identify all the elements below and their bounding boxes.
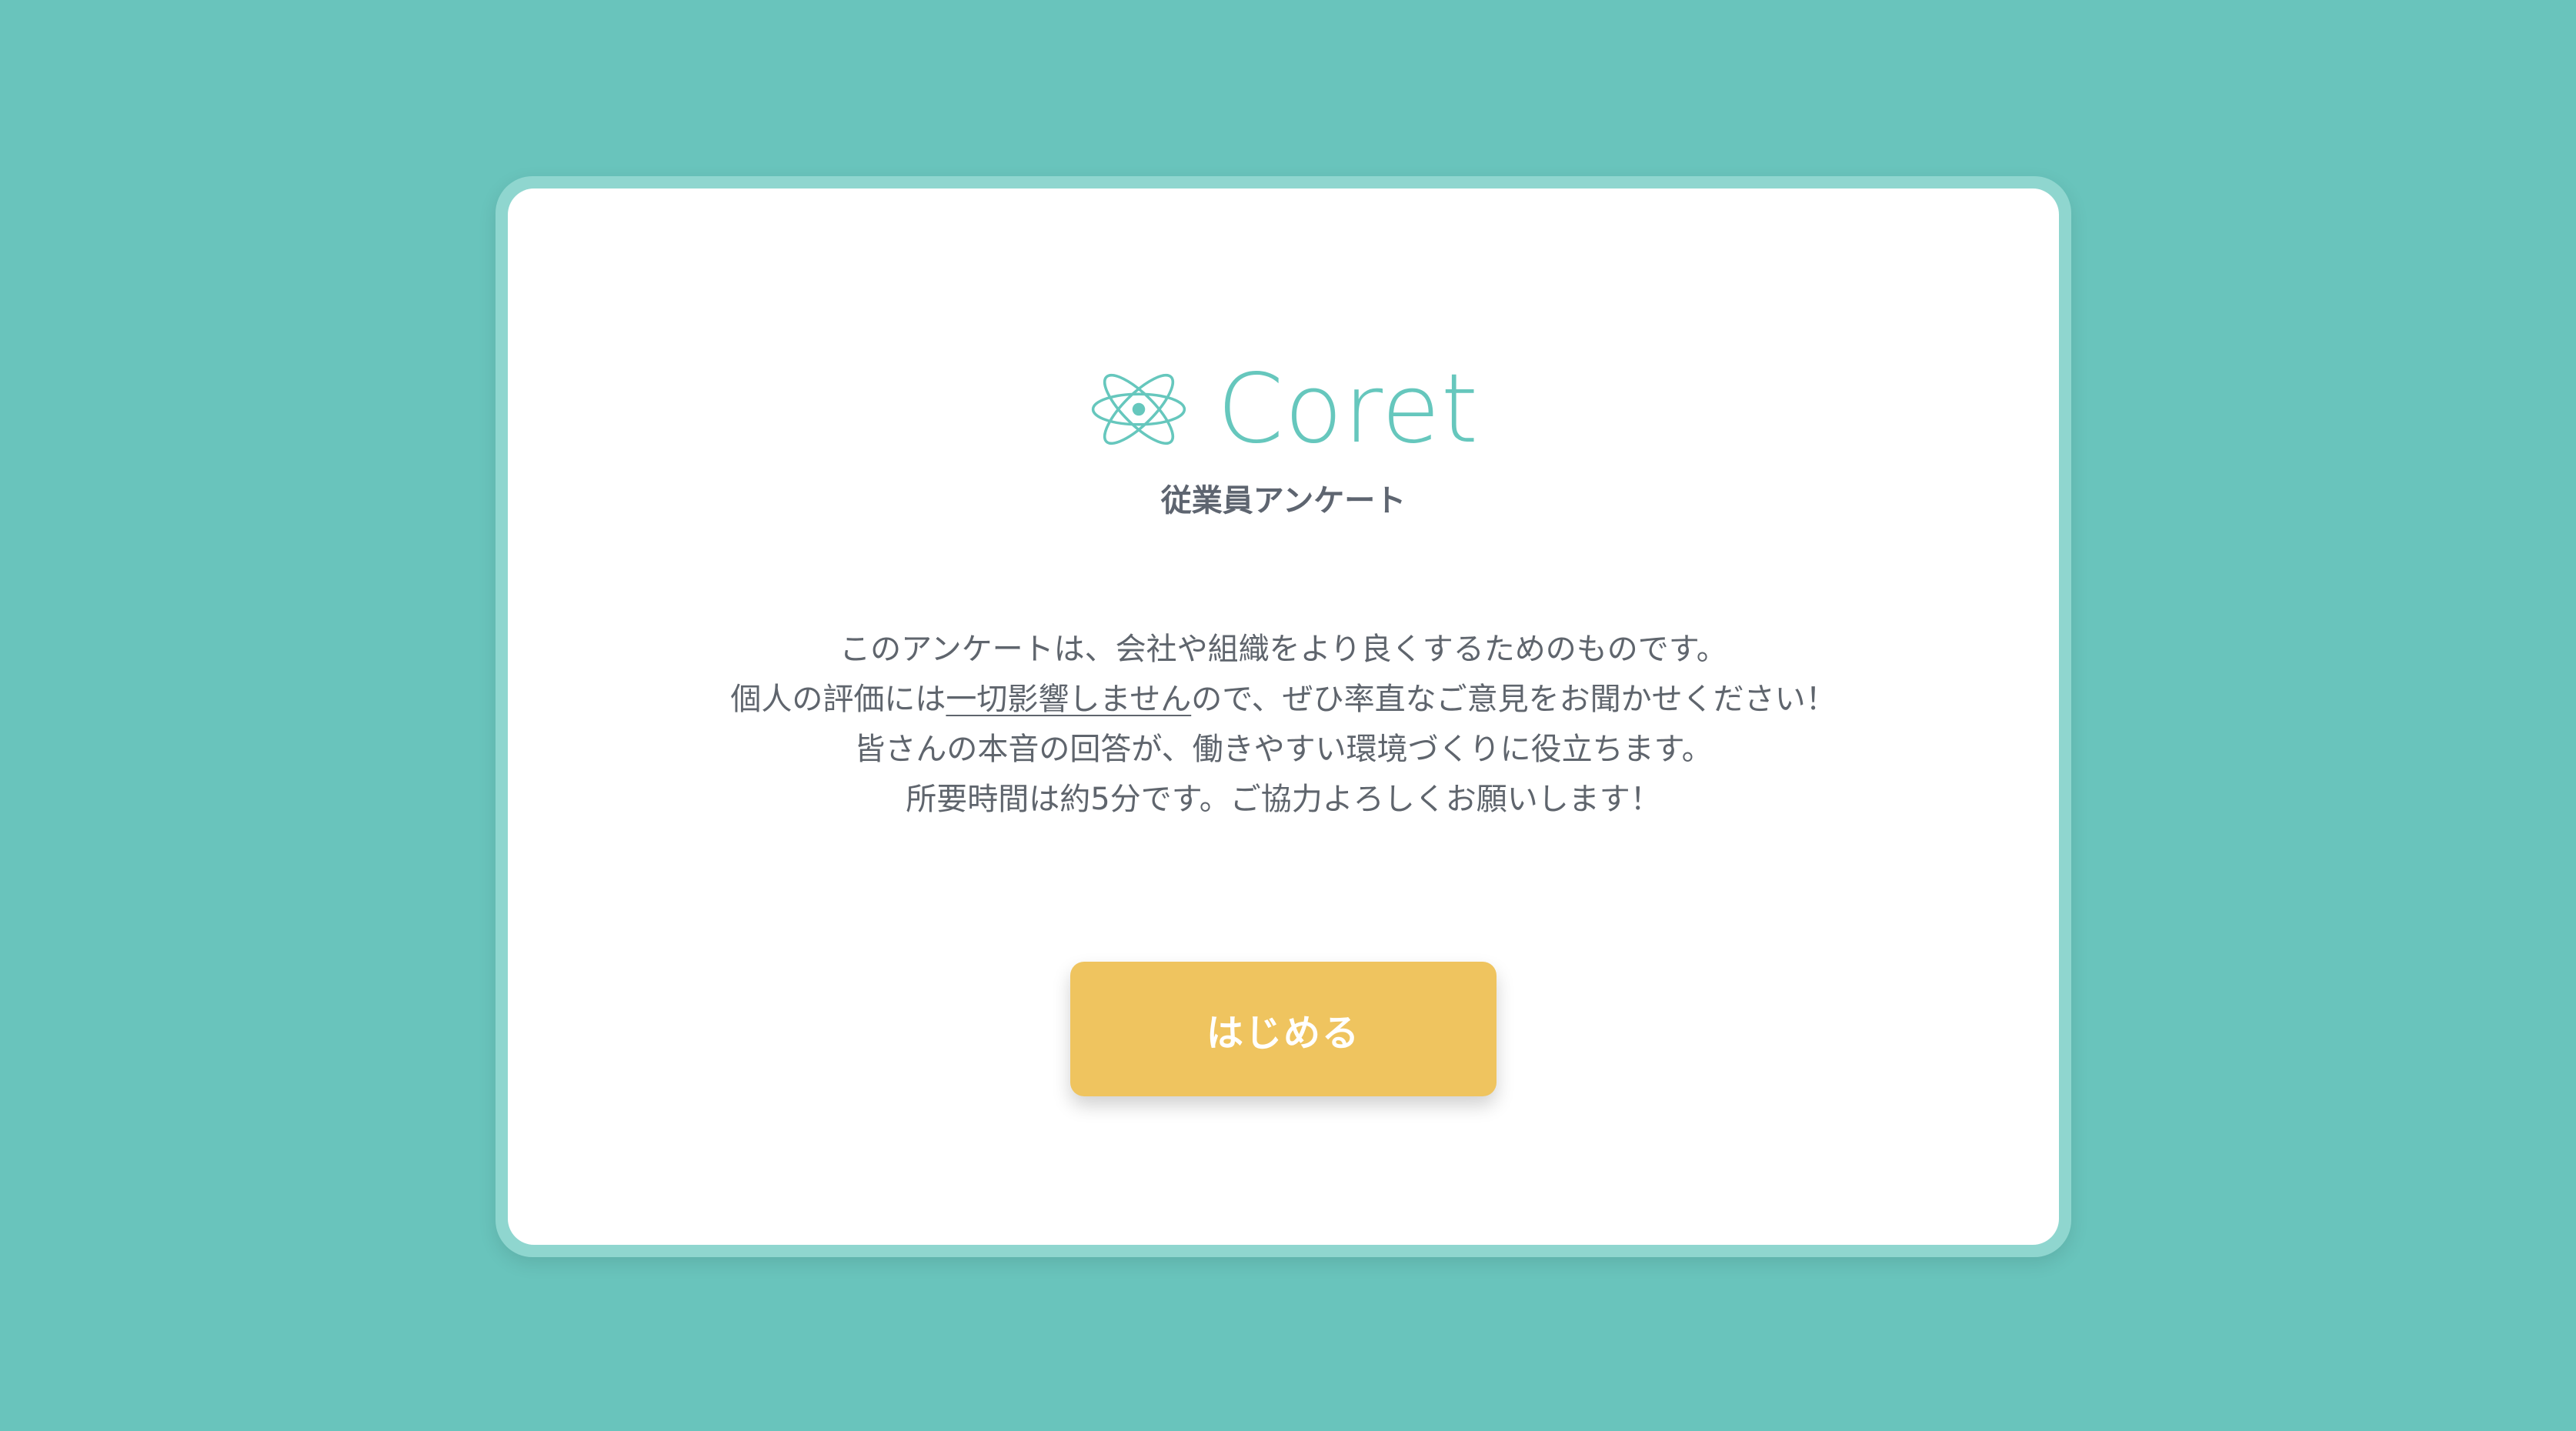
description-line-2: 個人の評価には一切影響しませんので、ぜひ率直なご意見をお聞かせください！ [600, 675, 1967, 725]
description-line-1: このアンケートは、会社や組織をより良くするためのものです。 [839, 632, 1727, 667]
brand-header: Coret [508, 352, 2059, 467]
no-impact-emphasis: 一切影響しません [946, 682, 1192, 717]
page-subtitle: 従業員アンケート [1160, 483, 1406, 519]
brand-name: Coret [1216, 354, 1480, 465]
atom-icon [1091, 373, 1186, 445]
description-line-4: 所要時間は約5分です。ご協力よろしくお願いします！ [906, 782, 1661, 817]
description-line-2-suffix: ので、ぜひ率直なご意見をお聞かせください！ [1191, 682, 1837, 717]
survey-card: Coret 従業員アンケート このアンケートは、会社や組織をより良くするためのも… [508, 188, 2059, 1245]
start-survey-button[interactable]: はじめる [1070, 962, 1497, 1096]
description-line-3: 皆さんの本音の回答が、働きやすい環境づくりに役立ちます。 [854, 732, 1713, 767]
description-line-2-prefix: 個人の評価には [730, 682, 946, 717]
survey-description: このアンケートは、会社や組織をより良くするためのものです。 個人の評価には一切影… [600, 625, 1967, 825]
